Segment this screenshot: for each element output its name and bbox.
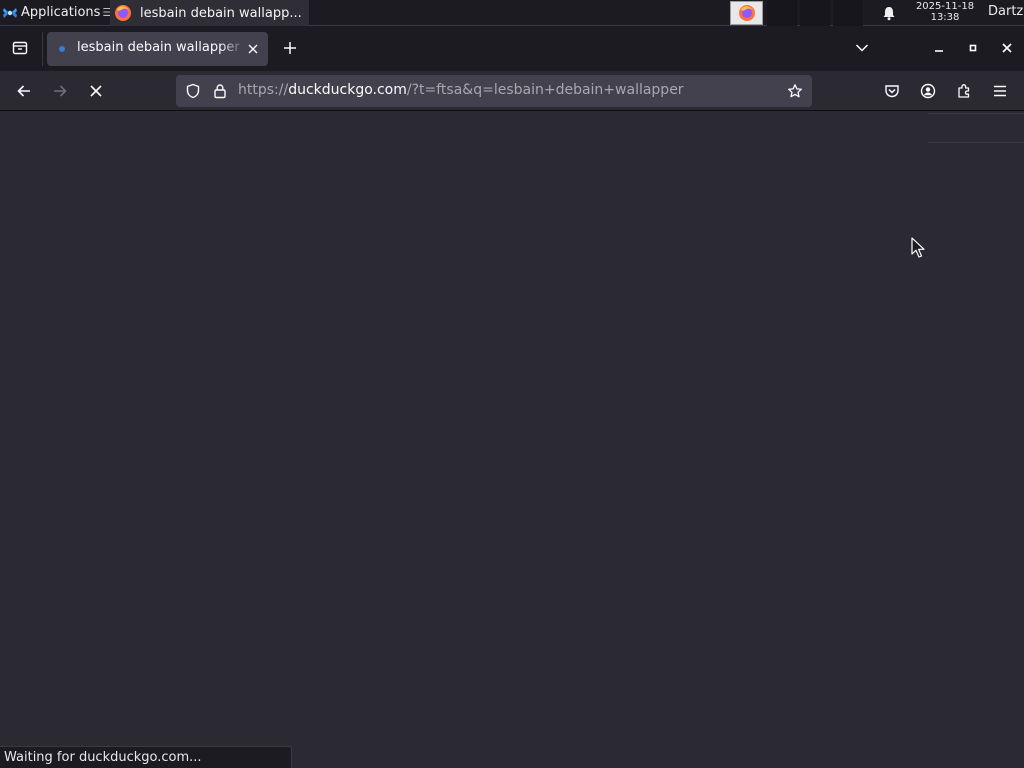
url-text[interactable]: https://duckduckgo.com/?t=ftsa&q=lesbain… (238, 82, 684, 98)
clock-date: 2025-11-18 (915, 1, 975, 12)
back-arrow-icon (17, 85, 30, 97)
close-icon (1002, 43, 1012, 53)
account-icon (920, 83, 936, 99)
minimize-icon (935, 50, 943, 52)
tracking-shield-icon[interactable] (185, 83, 201, 99)
star-icon[interactable] (787, 83, 803, 99)
status-panel: Waiting for duckduckgo.com... (0, 746, 292, 768)
tab-strip: lesbain debain wallapper (0, 26, 1024, 71)
chevron-down-icon (855, 44, 869, 52)
applications-menu[interactable]: Applications ☰ (0, 0, 112, 26)
workspace-slot[interactable] (800, 0, 830, 26)
hamburger-menu-icon (994, 85, 1006, 97)
navigation-toolbar: https://duckduckgo.com/?t=ftsa&q=lesbain… (0, 71, 1024, 111)
stop-x-icon (90, 85, 102, 97)
tray-firefox-launcher[interactable] (730, 1, 763, 25)
clock[interactable]: 2025-11-18 13:38 (909, 1, 981, 23)
list-all-tabs-button[interactable] (848, 36, 876, 60)
tabstrip-divider (42, 32, 43, 66)
taskbar-window-button[interactable]: lesbain debain wallapp... (110, 0, 309, 26)
account-button[interactable] (914, 77, 942, 105)
stop-button[interactable] (82, 77, 110, 105)
user-menu[interactable]: Dartz (988, 4, 1023, 19)
url-host: duckduckgo.com (288, 82, 407, 98)
firefox-view-icon (12, 41, 28, 55)
maximize-button[interactable] (961, 36, 985, 60)
tab-active[interactable]: lesbain debain wallapper (47, 32, 268, 66)
firefox-icon (115, 5, 131, 21)
minimize-button[interactable] (927, 36, 951, 60)
forward-button[interactable] (46, 77, 74, 105)
forward-arrow-icon (54, 85, 67, 97)
divider (928, 142, 1024, 143)
pocket-icon (885, 85, 899, 98)
bell-icon[interactable] (881, 5, 897, 21)
puzzle-icon (958, 84, 970, 98)
back-button[interactable] (10, 77, 38, 105)
url-scheme: https:// (238, 82, 289, 98)
os-taskbar: Applications ☰ lesbain debain wallapp...… (0, 0, 1024, 26)
firefox-icon (738, 5, 755, 21)
clock-time: 13:38 (930, 12, 960, 23)
app-menu-button[interactable] (986, 77, 1014, 105)
pocket-button[interactable] (878, 77, 906, 105)
url-bar[interactable]: https://duckduckgo.com/?t=ftsa&q=lesbain… (176, 75, 812, 107)
loading-favicon-icon (59, 46, 65, 52)
extensions-button[interactable] (950, 77, 978, 105)
taskbar-window-title: lesbain debain wallapp... (140, 5, 302, 21)
applications-label: Applications (21, 5, 101, 20)
close-window-button[interactable] (995, 36, 1019, 60)
lock-icon[interactable] (212, 83, 228, 99)
mouse-cursor-icon (911, 237, 925, 258)
tab-close-button[interactable] (244, 40, 262, 58)
workspace-slot[interactable] (833, 0, 863, 26)
page-content[interactable] (0, 111, 1024, 768)
plus-icon (284, 42, 296, 54)
close-icon (248, 44, 258, 54)
maximize-icon (969, 44, 977, 52)
tab-title: lesbain debain wallapper (77, 40, 240, 55)
xfce-mouse-icon (3, 7, 17, 18)
new-tab-button[interactable] (276, 34, 304, 62)
divider (928, 113, 1024, 114)
firefox-view-button[interactable] (6, 34, 34, 62)
url-path: /?t=ftsa&q=lesbain+debain+wallapper (406, 82, 684, 98)
workspace-slot[interactable] (767, 0, 797, 26)
